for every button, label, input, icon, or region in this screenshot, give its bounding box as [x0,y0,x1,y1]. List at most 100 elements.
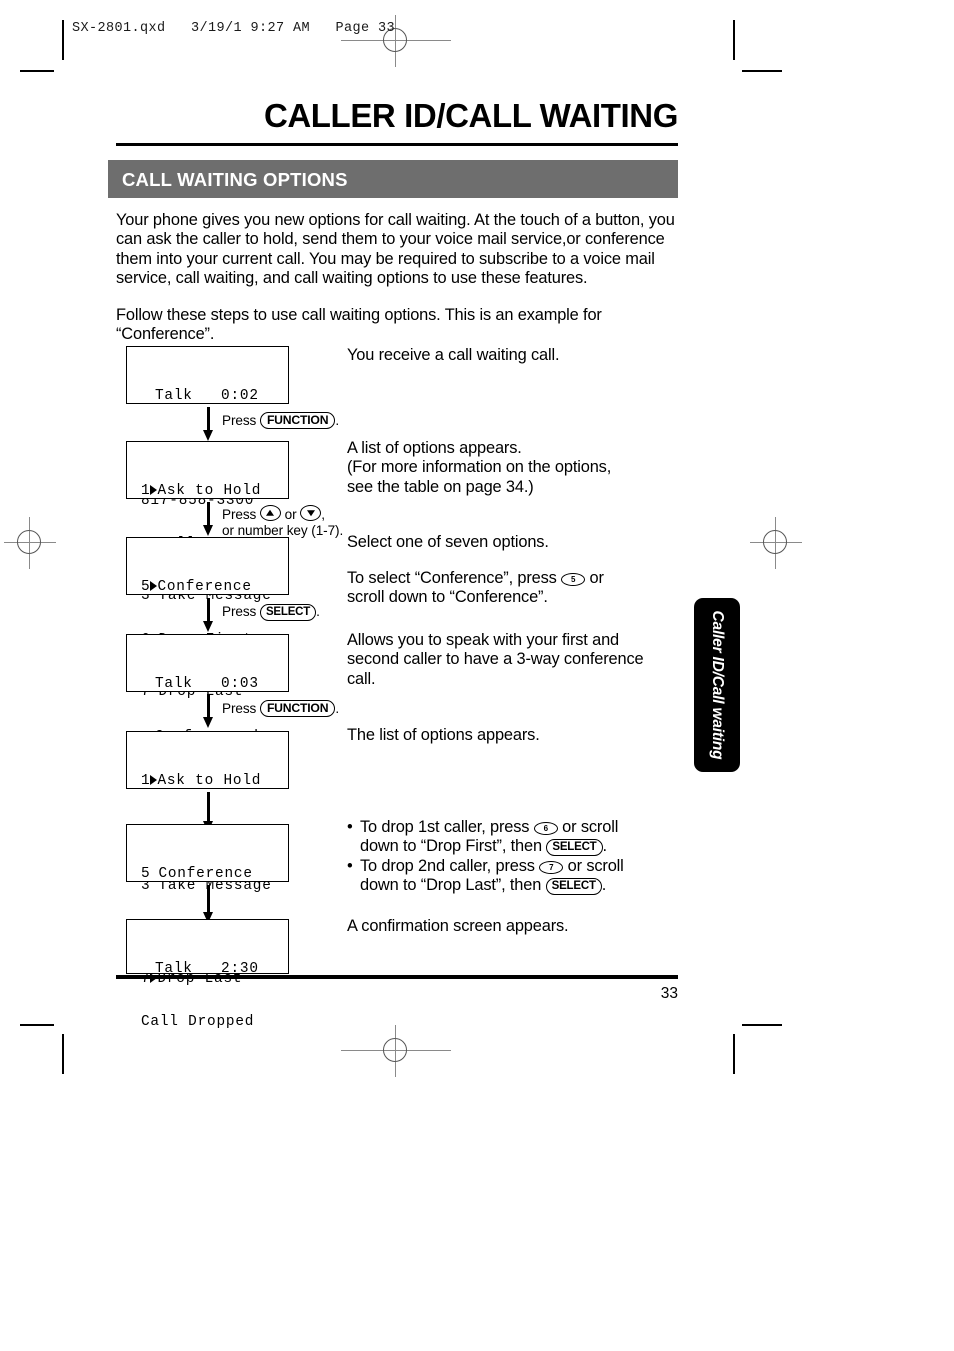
crop-mark-top-right-vertical [733,20,735,60]
lcd-option-label: Conference [158,866,253,882]
step-description-3: Select one of seven options. [347,533,549,551]
lcd-option-label: Ask to Hold [157,483,262,499]
intro-paragraph-2: Follow these steps to use call waiting o… [116,306,602,344]
section-heading-label: CALL WAITING OPTIONS [122,169,348,190]
bullet-1-line2-post: . [602,837,608,856]
flow-arrow-6 [203,885,214,923]
chapter-thumb-tab: Caller ID/Call waiting [694,598,740,772]
step-description-5: Allows you to speak with your first and … [347,631,644,688]
lcd-screen-options-1-3-a: 1Ask to Hold 2Tell Busy 3Take Message [126,441,289,604]
crop-mark-top-right-horizontal [742,70,782,72]
lcd-line: 5 Conference [127,579,288,597]
registration-mark-circle [383,1038,407,1062]
transition-label-press-function-2: Press FUNCTION. [222,700,339,717]
scroll-up-key-icon[interactable] [259,505,281,521]
numeric-key-6[interactable]: 6 [533,822,558,835]
bullet-1-text-mid: or scroll [562,818,619,836]
function-key-button[interactable]: FUNCTION [259,700,336,717]
step-4-text-post: or [589,569,604,587]
registration-mark-right [750,517,802,569]
registration-mark-circle [763,530,787,554]
function-key-button[interactable]: FUNCTION [259,412,336,429]
crop-mark-bottom-left-vertical [62,1034,64,1074]
flow-arrow-2 [203,502,214,536]
lcd-screen-options-1-3-b: 1Ask to Hold 2Tell Busy 3Take Message [126,731,289,894]
press-suffix: , [321,507,325,522]
page-title: CALLER ID/CALL WAITING [263,97,678,134]
step-description-7: A confirmation screen appears. [347,917,569,935]
lcd-line: 5 Conference [127,866,288,884]
lcd-line: Call Dropped [141,1013,255,1030]
step-description-2: A list of options appears. (For more inf… [347,439,677,497]
bullet-2-text-mid: or scroll [567,856,624,875]
printer-slug-line: SX-2801.qxd 3/19/1 9:27 AM Page 33 [72,21,396,36]
press-word: Press [222,413,257,428]
press-word: Press [222,507,257,522]
section-heading-bar: CALL WAITING OPTIONS [108,160,678,198]
press-suffix: . [335,413,339,428]
lcd-screen-call-dropped: Talk 2:30 Call Dropped [126,919,289,1030]
select-key-button[interactable]: SELECT [545,877,602,895]
list-item: To drop 2nd caller, press 7 or scroll do… [347,857,682,896]
step-4-text-pre: To select “Conference”, press [347,569,557,587]
lcd-option-number: 1 [141,773,151,789]
numeric-key-7[interactable]: 7 [539,860,564,874]
press-arrows-line-2: or number key (1-7). [222,522,344,538]
transition-label-press-function-1: Press FUNCTION. [222,412,339,429]
press-suffix: . [316,604,320,619]
press-suffix: . [335,701,339,716]
press-word: Press [222,701,257,716]
step-2-line-1: A list of options appears. [347,439,522,457]
or-word: or [284,507,297,522]
step-4-line-1: To select “Conference”, press 5 or [347,569,682,588]
select-key-button[interactable]: SELECT [546,839,603,857]
flow-arrow-4 [203,694,214,728]
lcd-option-number: 5 [141,866,151,882]
step-bullet-list: To drop 1st caller, press 6 or scroll do… [347,818,682,895]
flow-arrow-3 [203,598,214,632]
lcd-line: 1 Ask to Hold [127,483,288,501]
lcd-screen-options-5-7-b: 5Conference 6Drop First 7Drop Last [126,824,289,987]
registration-mark-circle [17,530,41,554]
registration-mark-left [4,517,56,569]
transition-label-press-select-1: Press SELECT. [222,604,320,621]
lcd-option-label: Ask to Hold [157,773,262,789]
crop-mark-bottom-right-vertical [733,1034,735,1074]
lcd-line: Talk 0:02 [155,388,259,404]
flow-arrow-1 [203,407,214,441]
crop-mark-bottom-right-horizontal [742,1024,782,1026]
lcd-option-number: 5 [141,579,151,595]
scroll-down-key-icon[interactable] [300,505,322,521]
lcd-screen-options-5-7-a: 5Conference 6Drop First 7Drop Last [126,537,289,700]
bullet-2-line2-pre: down to “Drop Last”, then [360,875,542,894]
lcd-option-number: 1 [141,483,151,499]
transition-label-press-arrows-1: Press or , or number key (1-7). [222,505,343,538]
lcd-line: 1 Ask to Hold [127,773,288,791]
press-arrows-line-1: Press or , [222,505,343,523]
bullet-1-line2-pre: down to “Drop First”, then [360,837,542,856]
numeric-key-5[interactable]: 5 [561,573,586,586]
crop-mark-top-left-horizontal [20,70,54,72]
footer-divider [116,975,678,979]
intro-paragraph-1: Your phone gives you new options for cal… [116,211,675,287]
chapter-thumb-tab-label: Caller ID/Call waiting [709,610,726,760]
list-item: To drop 1st caller, press 6 or scroll do… [347,818,682,857]
page-number: 33 [660,985,678,1002]
bullet-2-line2-post: . [601,875,607,894]
step-description-4: To select “Conference”, press 5 or scrol… [347,569,682,608]
crop-mark-bottom-left-horizontal [20,1024,54,1026]
step-description-6: The list of options appears. [347,726,540,744]
registration-mark-bottom [341,1025,451,1077]
title-divider [116,143,678,146]
select-key-button[interactable]: SELECT [259,604,317,621]
step-description-1: You receive a call waiting call. [347,346,560,364]
lcd-screen-conferenced: Talk 0:03 Conferenced [126,634,289,745]
bullet-2-text-pre: To drop 2nd caller, press [360,856,535,875]
lcd-screen-talk-incoming: Talk 0:02 TOSHIBA CORP 817-858-3300 [126,346,289,509]
press-word: Press [222,604,257,619]
crop-mark-top-left-vertical [62,20,64,60]
bullet-1-text-pre: To drop 1st caller, press [360,818,530,836]
lcd-option-label: Conference [157,579,252,595]
step-2-line-3: see the table on page 34.) [347,477,534,496]
lcd-line: Talk 0:03 [155,676,259,692]
